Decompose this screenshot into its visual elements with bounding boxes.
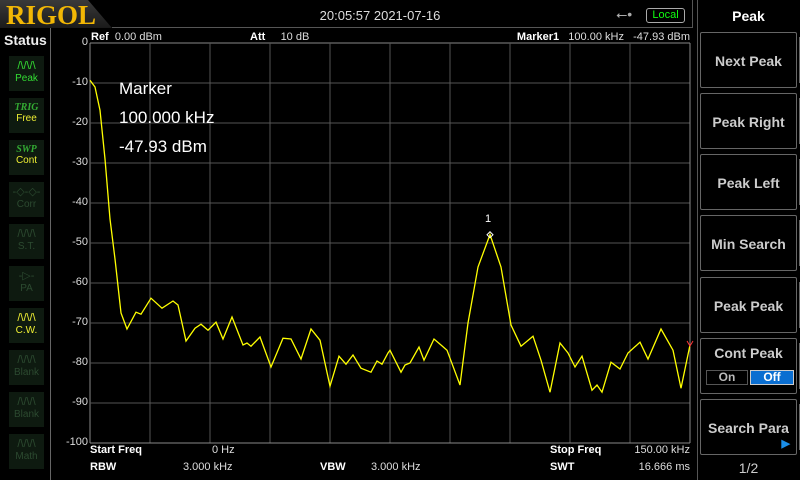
swt-label: SWT [550,461,575,473]
menu-title: Peak [732,8,765,24]
peak-peak-button[interactable]: Peak Peak [700,277,800,333]
start-freq-label: Start Freq [90,444,142,456]
spectrum-plot [89,42,694,444]
stop-freq-value[interactable]: 150.00 kHz [634,444,690,456]
min-search-button[interactable]: Min Search [700,215,800,271]
cont-peak-on-option[interactable]: On [706,370,748,385]
swt-value[interactable]: 16.666 ms [639,461,690,473]
search-para-button[interactable]: Search Para ▶ [700,399,800,455]
stop-freq-label: Stop Freq [550,444,602,456]
rbw-value[interactable]: 3.000 kHz [183,461,233,473]
marker-info: Marker1 100.00 kHz -47.93 dBm [516,31,690,43]
rbw-label: RBW [90,461,117,473]
attenuation: Att 10 dB [250,31,310,43]
marker-number: 1 [485,213,492,225]
next-peak-button[interactable]: Next Peak [700,32,800,88]
vbw-label: VBW [320,461,346,473]
cont-peak-button[interactable]: Cont Peak On Off [700,338,800,394]
cont-peak-off-option[interactable]: Off [750,370,794,385]
peak-left-button[interactable]: Peak Left [700,154,800,210]
start-freq-value[interactable]: 0 Hz [212,444,235,456]
peak-right-button[interactable]: Peak Right [700,93,800,149]
vbw-value[interactable]: 3.000 kHz [371,461,421,473]
submenu-arrow-icon: ▶ [781,438,790,450]
marker-readout: Marker 100.000 kHz -47.93 dBm [119,79,215,156]
menu-page-indicator[interactable]: 1/2 [697,460,800,476]
ref-level: Ref 0.00 dBm [91,31,162,43]
menu-divider [697,0,698,480]
